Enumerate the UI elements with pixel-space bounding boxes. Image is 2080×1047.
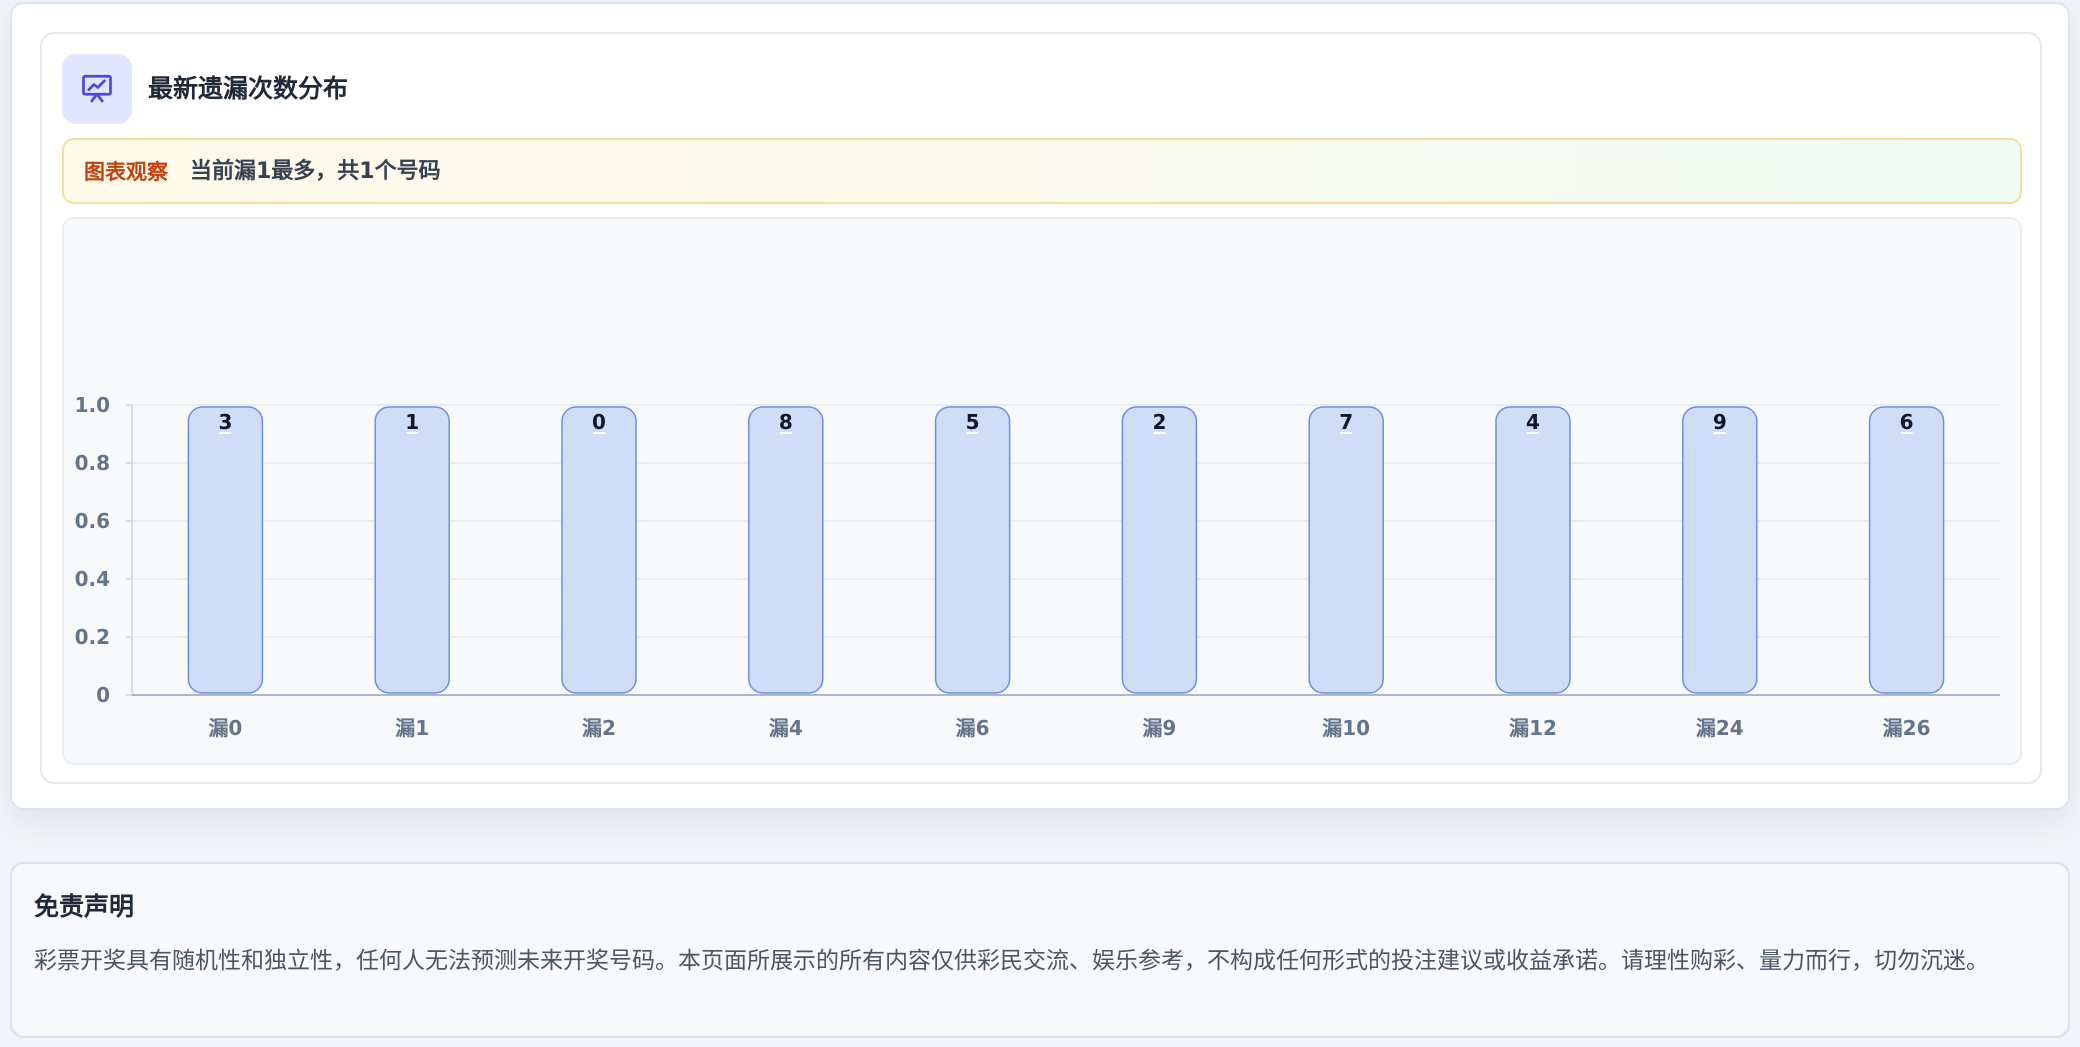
- bar-chart: 00.20.40.60.81.03漏01漏10漏28漏45漏62漏97漏104漏…: [75, 393, 2000, 740]
- insight-label: 图表观察: [84, 160, 168, 184]
- insight-text: 当前漏1最多，共1个号码: [190, 159, 441, 184]
- x-tick-label: 漏0: [208, 716, 242, 740]
- x-tick-label: 漏10: [1322, 716, 1370, 740]
- disclaimer-title: 免责声明: [34, 892, 135, 921]
- bar-data-label: 8: [779, 410, 793, 434]
- y-tick-label: 0: [96, 683, 110, 707]
- y-tick-label: 0.8: [75, 451, 110, 475]
- presentation-chart-icon: [62, 54, 132, 124]
- chart-panel: 0 0.2 0.4 0.6 0.8 1.0 3 漏0 1 漏1 0 漏2 8 漏4 5 漏6 2 漏9 7 漏10 4 漏…: [62, 217, 2022, 765]
- bar: [934, 406, 1011, 694]
- bar: [187, 406, 264, 694]
- x-tick-label: 漏26: [1883, 716, 1931, 740]
- chart-card-title: 最新遗漏次数分布: [148, 74, 349, 103]
- bar: [561, 406, 637, 694]
- y-tick-label: 1.0: [75, 393, 110, 417]
- stats-card: 最新遗漏次数分布 图表观察 当前漏1最多，共1个号码 0 0.2 0.4 0.6 0.8…: [10, 2, 2070, 810]
- bar-data-label: 3: [218, 410, 232, 434]
- x-tick-label: 漏4: [769, 716, 803, 740]
- bar-data-label: 5: [966, 410, 980, 434]
- y-tick-label: 0.4: [75, 567, 110, 591]
- bar: [374, 406, 450, 694]
- bar-data-label: 9: [1713, 410, 1727, 434]
- bar-data-label: 1: [405, 410, 419, 434]
- bar: [1868, 406, 1945, 694]
- bar-data-label: 2: [1152, 410, 1166, 434]
- bar: [1121, 406, 1198, 694]
- bar-data-label: 7: [1339, 410, 1353, 434]
- x-tick-label: 漏1: [395, 716, 429, 740]
- x-tick-label: 漏6: [956, 716, 990, 740]
- bar-data-label: 0: [592, 410, 606, 434]
- chart-card: 最新遗漏次数分布 图表观察 当前漏1最多，共1个号码 0 0.2 0.4 0.6 0.8…: [40, 32, 2042, 784]
- insight-banner: 图表观察 当前漏1最多，共1个号码: [62, 138, 2022, 204]
- bar-data-label: 6: [1900, 410, 1914, 434]
- x-tick-label: 漏2: [582, 716, 616, 740]
- disclaimer-text: 彩票开奖具有随机性和独立性，任何人无法预测未来开奖号码。本页面所展示的所有内容仅…: [34, 948, 1989, 974]
- x-tick-label: 漏9: [1142, 716, 1176, 740]
- y-tick-label: 0.2: [75, 625, 110, 649]
- bar: [1308, 406, 1384, 694]
- bar: [1682, 406, 1758, 694]
- y-tick-label: 0.6: [75, 509, 110, 533]
- bar: [1495, 406, 1571, 694]
- x-tick-label: 漏24: [1696, 716, 1744, 740]
- bar-data-label: 4: [1526, 410, 1540, 434]
- x-tick-label: 漏12: [1509, 716, 1557, 740]
- disclaimer-section: 免责声明 彩票开奖具有随机性和独立性，任何人无法预测未来开奖号码。本页面所展示的…: [10, 862, 2070, 1038]
- bar: [748, 406, 824, 694]
